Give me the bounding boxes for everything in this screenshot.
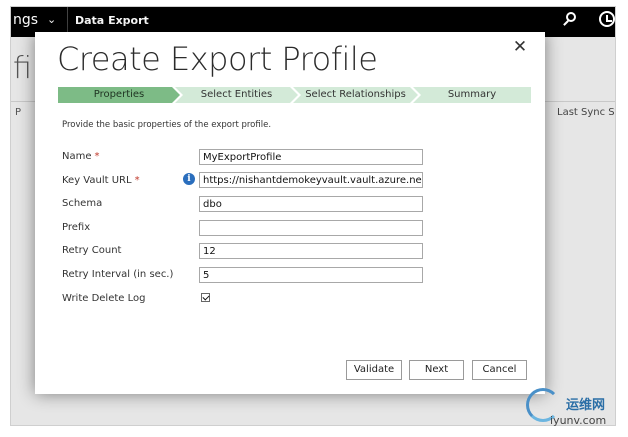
prefix-input[interactable] bbox=[199, 220, 423, 236]
step-select-entities[interactable]: Select Entities bbox=[175, 87, 298, 103]
step-properties[interactable]: Properties bbox=[58, 87, 180, 103]
name-input[interactable]: MyExportProfile bbox=[199, 149, 423, 165]
close-icon[interactable]: ✕ bbox=[511, 38, 529, 56]
retry-interval-label: Retry Interval (in sec.) bbox=[62, 269, 174, 280]
info-icon[interactable]: i bbox=[183, 173, 195, 185]
search-icon[interactable] bbox=[562, 11, 580, 31]
app-name[interactable]: ngs bbox=[13, 12, 38, 28]
dialog-title: Create Export Profile bbox=[57, 40, 378, 78]
history-icon[interactable] bbox=[599, 11, 615, 27]
validate-button[interactable]: Validate bbox=[346, 360, 402, 380]
name-label-text: Name bbox=[62, 151, 92, 162]
required-marker: * bbox=[94, 151, 100, 162]
grid-column-header[interactable]: P bbox=[15, 107, 21, 118]
cancel-button[interactable]: Cancel bbox=[472, 360, 527, 380]
prefix-label: Prefix bbox=[62, 222, 91, 233]
schema-input[interactable]: dbo bbox=[199, 196, 423, 212]
watermark-text: 运维网 bbox=[566, 398, 606, 413]
instructions-text: Provide the basic properties of the expo… bbox=[62, 120, 272, 130]
name-label: Name * bbox=[62, 151, 100, 162]
key-vault-url-label: Key Vault URL * bbox=[62, 175, 140, 186]
module-name[interactable]: Data Export bbox=[75, 14, 149, 27]
next-button[interactable]: Next bbox=[409, 360, 464, 380]
write-delete-log-label: Write Delete Log bbox=[62, 293, 146, 304]
wizard-steps: Properties Select Entities Select Relati… bbox=[58, 87, 531, 103]
step-select-relationships[interactable]: Select Relationships bbox=[293, 87, 418, 103]
key-vault-url-input[interactable]: https://nishantdemokeyvault.vault.azure.… bbox=[199, 172, 423, 188]
watermark-url: iyunv.com bbox=[550, 414, 607, 427]
create-export-profile-dialog: Create Export Profile ✕ Properties Selec… bbox=[35, 32, 545, 394]
key-vault-url-label-text: Key Vault URL bbox=[62, 175, 132, 186]
schema-label: Schema bbox=[62, 198, 103, 209]
chevron-down-icon[interactable]: ⌄ bbox=[47, 13, 56, 26]
retry-interval-input[interactable]: 5 bbox=[199, 267, 423, 283]
write-delete-log-checkbox[interactable] bbox=[201, 293, 210, 302]
required-marker: * bbox=[134, 175, 140, 186]
step-summary[interactable]: Summary bbox=[413, 87, 531, 103]
grid-column-header-last-sync[interactable]: Last Sync Stat bbox=[557, 107, 615, 118]
retry-count-label: Retry Count bbox=[62, 245, 122, 256]
retry-count-input[interactable]: 12 bbox=[199, 243, 423, 259]
